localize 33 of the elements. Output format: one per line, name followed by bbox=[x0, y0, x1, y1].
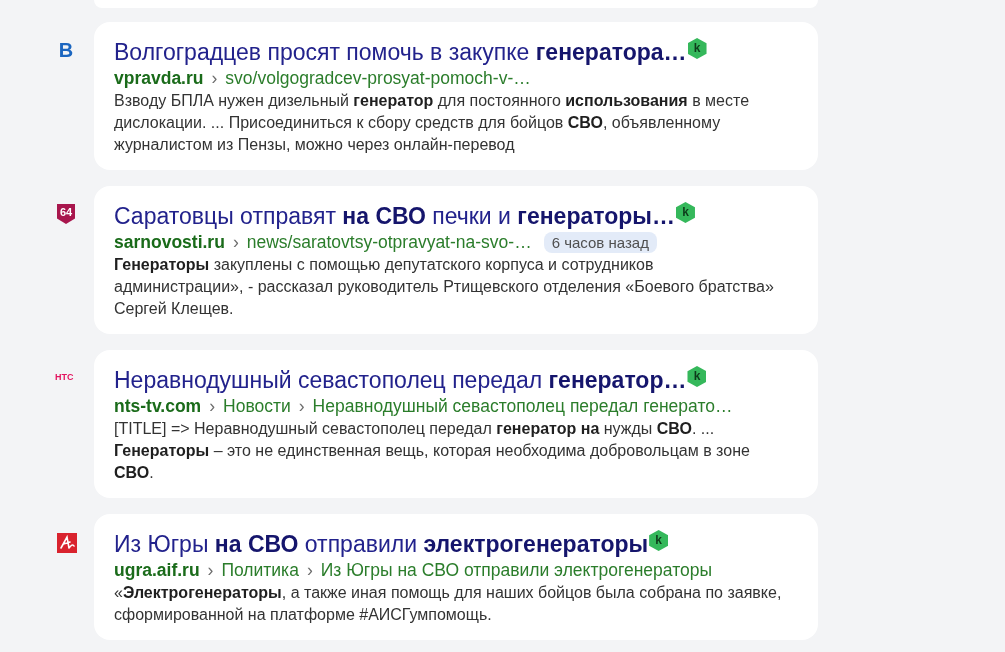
site-favicon: В bbox=[57, 39, 75, 61]
hexagon-badge: k bbox=[675, 202, 695, 223]
breadcrumb-separator: › bbox=[232, 231, 239, 253]
hexagon-badge: k bbox=[649, 530, 669, 551]
result-title-link[interactable]: Саратовцы отправят на СВО печки и генераторы… bbox=[114, 202, 675, 230]
result-snippet: «Электрогенераторы, а также иная помощь для наших бойцов была собрана по заявке, сформированной на платформе #АИСГумпомощь. bbox=[114, 583, 782, 625]
domain-link[interactable]: ugra.aif.ru bbox=[114, 559, 200, 581]
breadcrumb-link[interactable]: svo/volgogradcev-prosyat-pomoch-v-… bbox=[225, 67, 531, 89]
logo-icon bbox=[57, 533, 77, 553]
domain-link[interactable]: vpravda.ru bbox=[114, 67, 204, 89]
breadcrumb-link[interactable]: news/saratovtsy-otpravyat-na-svo-… bbox=[246, 231, 532, 253]
result-title-link[interactable]: Из Югры на СВО отправили электрогенераторы bbox=[114, 530, 649, 558]
result-title-link[interactable]: Неравнодушный севастополец передал генератор… bbox=[114, 366, 687, 394]
domain-link[interactable]: sarnovosti.ru bbox=[114, 231, 225, 253]
domain-link[interactable]: nts-tv.com bbox=[114, 395, 202, 417]
breadcrumb-link[interactable]: Из Югры на СВО отправили электрогенераторы bbox=[320, 559, 712, 581]
breadcrumb-separator: › bbox=[211, 67, 218, 89]
result-snippet: Взводу БПЛА нужен дизельный генератор для постоянного использования в месте дислокации. ... Присоединиться к сбору средств для бойцов СВО, объявленному журналистом из Пензы, можно через онлайн-перевод bbox=[114, 91, 751, 155]
breadcrumb-separator: › bbox=[298, 395, 305, 417]
breadcrumb-link[interactable]: Политика bbox=[221, 559, 299, 581]
hexagon-badge: k bbox=[687, 366, 707, 387]
hexagon-badge: k bbox=[687, 38, 707, 59]
site-favicon: 64 bbox=[57, 204, 75, 224]
breadcrumb-separator: › bbox=[306, 559, 313, 581]
site-favicon: НТС bbox=[55, 371, 74, 383]
time-label: 6 часов назад bbox=[543, 231, 657, 253]
result-snippet: [TITLE] => Неравнодушный севастополец передал генератор на нужды СВО. ... Генераторы – это не единственная вещь, которая необходима добровольцам в зоне СВО. bbox=[114, 419, 751, 483]
breadcrumb-separator: › bbox=[209, 395, 215, 417]
breadcrumb-link[interactable]: Неравнодушный севастополец передал генерато… bbox=[312, 395, 733, 417]
breadcrumb-link[interactable]: Новости bbox=[223, 395, 291, 417]
breadcrumb-separator: › bbox=[207, 559, 214, 581]
result-snippet: Генераторы закуплены с помощью депутатского корпуса и сотрудников администрации», - рассказал руководитель Ртищевского отделения «Боевого братства» Сергей Клещев. bbox=[114, 255, 775, 319]
result-title-link[interactable]: Волгоградцев просят помочь в закупке генератора… bbox=[114, 38, 687, 66]
